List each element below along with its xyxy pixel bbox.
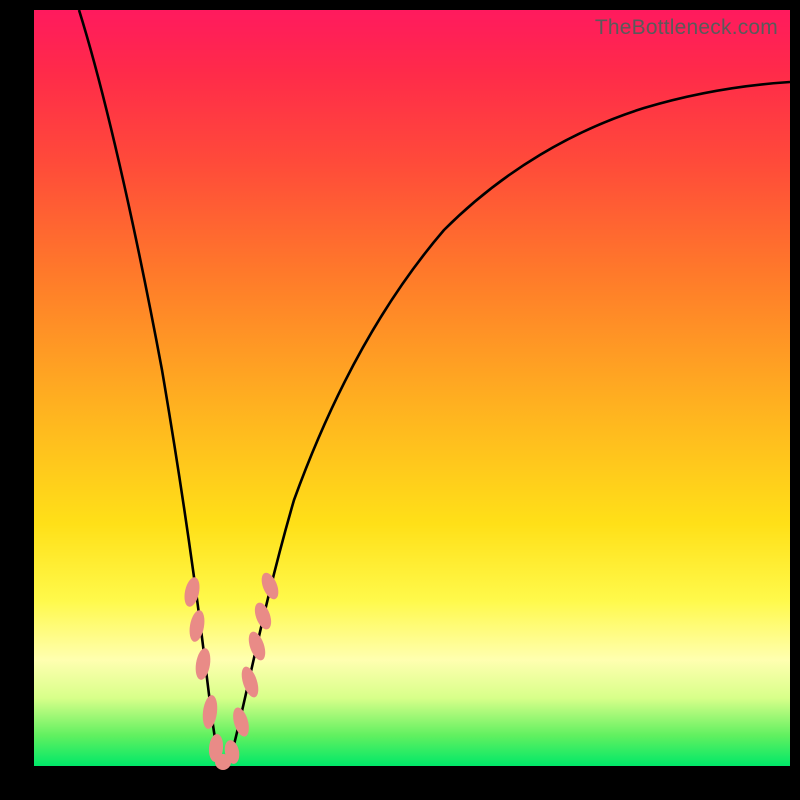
marker <box>194 647 213 681</box>
marker <box>182 576 202 608</box>
chart-frame: TheBottleneck.com <box>0 0 800 800</box>
marker <box>230 706 252 739</box>
plot-area: TheBottleneck.com <box>34 10 790 766</box>
bottleneck-curve <box>79 10 790 764</box>
marker <box>201 694 219 729</box>
marker <box>187 609 206 643</box>
marker <box>258 570 281 601</box>
curve-svg <box>34 10 790 766</box>
marker <box>245 630 268 663</box>
watermark-text: TheBottleneck.com <box>595 16 778 40</box>
marker <box>238 665 261 700</box>
marker <box>252 600 275 631</box>
